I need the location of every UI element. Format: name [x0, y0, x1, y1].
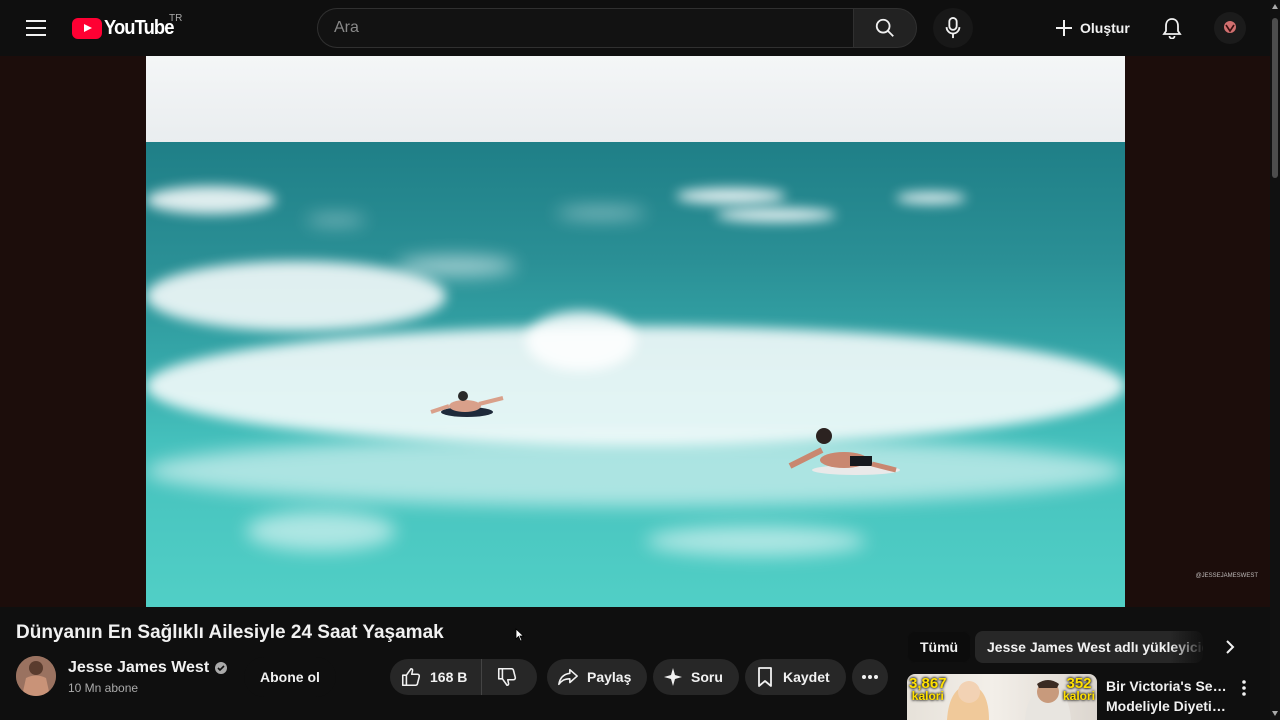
subscriber-count: 10 Mn abone — [68, 681, 139, 695]
recommended-title-line2: Modeliyle Diyetim... — [1106, 698, 1230, 714]
mouse-cursor-icon — [515, 628, 525, 642]
bell-icon — [1162, 18, 1182, 39]
search-input[interactable] — [317, 8, 853, 48]
share-arrow-icon — [558, 668, 578, 686]
video-title: Dünyanın En Sağlıklı Ailesiyle 24 Saat Y… — [16, 622, 444, 643]
search-box — [317, 8, 917, 48]
more-vertical-icon — [1242, 680, 1246, 696]
thumb-right-kcal: 352 kalori — [1063, 675, 1096, 703]
guide-menu-button[interactable] — [16, 8, 56, 48]
thumb-left-kcal: 3,867 kalori — [909, 675, 947, 703]
chips-next-button[interactable] — [1214, 631, 1246, 663]
like-button[interactable]: 168 B — [390, 659, 483, 695]
video-player[interactable]: @JESSEJAMESWEST — [0, 56, 1270, 607]
dislike-button[interactable] — [482, 659, 532, 695]
voice-search-button[interactable] — [933, 8, 973, 48]
recommended-thumbnail[interactable]: 3,867 kalori 352 kalori — [907, 674, 1097, 720]
subscribe-button[interactable]: Abone ol — [244, 657, 336, 697]
save-label: Kaydet — [783, 669, 830, 685]
chevron-right-icon — [1226, 640, 1235, 654]
youtube-play-icon — [72, 17, 102, 39]
channel-name-link[interactable]: Jesse James West — [68, 659, 228, 677]
ask-label: Soru — [691, 669, 723, 685]
surfer-left — [430, 391, 504, 417]
youtube-logo[interactable]: YouTube — [72, 17, 180, 39]
logo-text: YouTube — [104, 16, 174, 39]
video-frame[interactable] — [146, 56, 1125, 607]
search-button[interactable] — [853, 8, 917, 48]
notifications-button[interactable] — [1152, 8, 1192, 48]
search-icon — [875, 18, 894, 37]
plus-icon — [1056, 20, 1072, 36]
surfer-right — [788, 428, 900, 475]
channel-avatar[interactable] — [16, 656, 56, 696]
chip-fade — [1170, 631, 1206, 663]
share-button[interactable]: Paylaş — [547, 659, 648, 695]
page-scrollbar[interactable] — [1270, 0, 1280, 720]
more-horizontal-icon — [862, 675, 878, 679]
chip-all[interactable]: Tümü — [907, 631, 972, 663]
chip-from-uploader[interactable]: Jesse James West adlı yükleyiciden — [975, 631, 1203, 663]
recommended-title-line1: Bir Victoria's Secret — [1106, 678, 1230, 694]
ask-button[interactable]: Soru — [653, 659, 739, 695]
save-button[interactable]: Kaydet — [745, 659, 846, 695]
microphone-icon — [945, 17, 961, 39]
recommended-menu-button[interactable] — [1234, 676, 1254, 700]
scroll-down-arrow[interactable] — [1272, 711, 1278, 716]
country-code: TR — [169, 13, 183, 24]
bookmark-icon — [758, 667, 772, 687]
hamburger-menu-icon — [26, 20, 46, 36]
like-count: 168 B — [430, 669, 468, 685]
recommended-title[interactable]: Bir Victoria's Secret Modeliyle Diyetim.… — [1106, 676, 1230, 716]
sparkle-icon — [664, 668, 682, 686]
channel-name: Jesse James West — [68, 659, 210, 676]
channel-avatar-image — [16, 656, 56, 696]
create-label: Oluştur — [1080, 20, 1130, 36]
thumbs-down-icon — [498, 667, 517, 687]
like-dislike-group: 168 B — [390, 659, 537, 695]
verified-check-icon — [215, 662, 228, 674]
scroll-thumb[interactable] — [1272, 18, 1278, 178]
scroll-up-arrow[interactable] — [1272, 4, 1278, 9]
video-sky — [146, 56, 1125, 144]
thumbs-up-icon — [401, 667, 421, 687]
masthead: YouTube TR Oluştur — [0, 0, 1270, 56]
video-watermark: @JESSEJAMESWEST — [1195, 573, 1258, 579]
user-avatar-icon — [1224, 21, 1236, 33]
account-avatar[interactable] — [1214, 12, 1246, 44]
more-actions-button[interactable] — [852, 659, 888, 695]
share-label: Paylaş — [587, 669, 632, 685]
create-button[interactable]: Oluştur — [1046, 8, 1144, 48]
